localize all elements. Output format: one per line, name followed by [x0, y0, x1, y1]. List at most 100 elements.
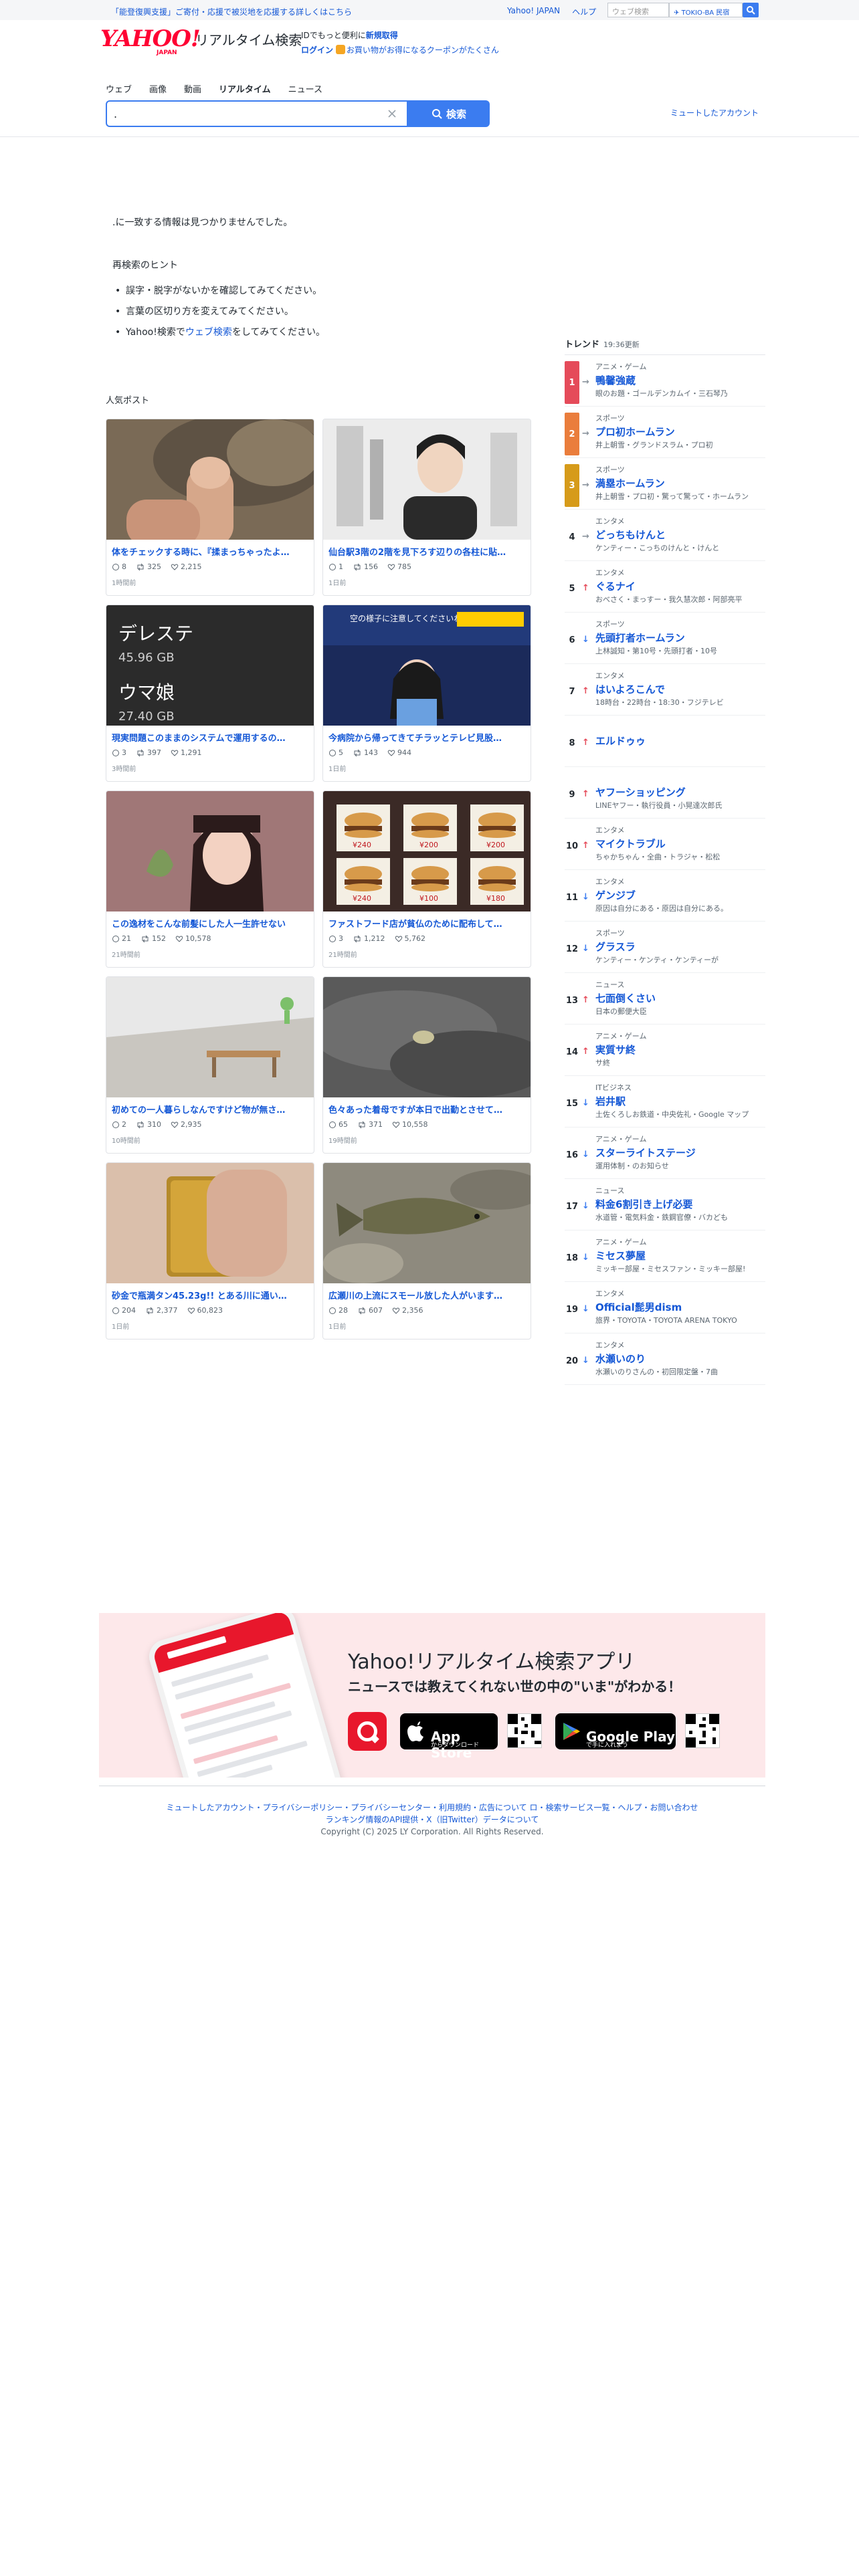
footer-links-row2[interactable]: ランキング情報のAPI提供・X（旧Twitter）データについて [99, 1814, 765, 1826]
trend-keyword[interactable]: 先頭打者ホームラン [595, 631, 685, 645]
post-text[interactable]: 広瀬川の上流にスモール放した人がいます… [328, 1289, 527, 1301]
trend-keyword[interactable]: ゲンジブ [595, 888, 636, 902]
help-link[interactable]: ヘルプ [572, 6, 596, 17]
footer-links[interactable]: ミュートしたアカウント・プライバシーポリシー・プライバシーセンター・利用規約・広… [99, 1802, 765, 1826]
trend-keyword[interactable]: 料金6割引き上げ必要 [595, 1197, 692, 1211]
trend-item[interactable]: 6 ↓ スポーツ 先頭打者ホームラン 上林誠知・第10号・先頭打者・10号 [565, 615, 765, 664]
mini-search-button[interactable] [743, 3, 759, 17]
trend-keyword[interactable]: スターライトステージ [595, 1146, 696, 1160]
post-thumbnail[interactable] [323, 1163, 531, 1283]
post-thumbnail[interactable] [106, 419, 314, 540]
trend-item[interactable]: 19 ↓ エンタメ Official髭男dism 旅界・TOYOTA・TOYOTA AR… [565, 1284, 765, 1333]
repost-icon [359, 1121, 365, 1128]
trend-item[interactable]: 16 ↓ アニメ・ゲーム スターライトステージ 運用体制・のお知らせ [565, 1130, 765, 1179]
post-text[interactable]: この逸材をこんな前髪にした人一生許せない [112, 917, 310, 930]
post-text[interactable]: 初めての一人暮らしなんですけど物が無さ… [112, 1103, 310, 1115]
trend-item[interactable]: 14 ↑ アニメ・ゲーム 実質サ終 サ終 [565, 1027, 765, 1076]
trend-item[interactable]: 8 ↑ エルドゥゥ [565, 718, 765, 767]
trend-keyword[interactable]: Official髭男dism [595, 1300, 682, 1314]
coupon-link[interactable]: お買い物がお得になるクーポンがたくさん [347, 45, 499, 55]
post-thumbnail[interactable] [106, 977, 314, 1097]
tab-images[interactable]: 画像 [149, 82, 167, 95]
trend-keyword[interactable]: 満塁ホームラン [595, 476, 665, 490]
trend-item[interactable]: 15 ↓ ITビジネス 岩井駅 土佐くろしお鉄道・中央佐礼・Google マップ [565, 1078, 765, 1128]
post-text[interactable]: 今病院から帰ってきてチラッとテレビ見股… [328, 731, 527, 744]
trend-item[interactable]: 13 ↑ ニュース 七面倒くさい 日本の郵便大臣 [565, 975, 765, 1025]
trend-item[interactable]: 10 ↑ エンタメ マイクトラブル ちゃかちゃん・全曲・トラジャ・松松 [565, 821, 765, 870]
trend-keyword[interactable]: 岩井駅 [595, 1094, 626, 1108]
login-link[interactable]: ログイン [301, 45, 333, 55]
trend-keyword[interactable]: エルドゥゥ [595, 734, 646, 748]
post-card[interactable]: 砂金で瓶満タン45.23g!! とある川に通い… 204 2,377 60,823 1日… [106, 1162, 314, 1339]
trend-keyword[interactable]: ぐるナイ [595, 579, 636, 593]
post-thumbnail[interactable] [106, 1163, 314, 1283]
post-card[interactable]: デレステ 45.96 GB ウマ娘 27.40 GB 現実問題このままのシステムで運用す… [106, 605, 314, 782]
post-card[interactable]: 色々あった着母ですが本日で出勤とさせて… 65 371 10,558 19時間前 [322, 976, 531, 1154]
post-thumbnail[interactable]: デレステ 45.96 GB ウマ娘 27.40 GB [106, 605, 314, 726]
tab-news[interactable]: ニュース [288, 82, 322, 95]
post-thumbnail[interactable] [323, 977, 531, 1097]
trend-item[interactable]: 4 → エンタメ どっちもけんと ケンティー・こっちのけんと・けんと [565, 512, 765, 561]
trend-item[interactable]: 2 → スポーツ プロ初ホームラン 井上朝雪・グランドスラム・プロ初 [565, 409, 765, 458]
post-card[interactable]: 初めての一人暮らしなんですけど物が無さ… 2 310 2,935 10時間前 [106, 976, 314, 1154]
yahoo-japan-link[interactable]: Yahoo! JAPAN [507, 6, 560, 17]
tab-video[interactable]: 動画 [184, 82, 201, 95]
search-input[interactable]: . [106, 100, 408, 127]
post-card[interactable]: 広瀬川の上流にスモール放した人がいます… 28 607 2,356 1日前 [322, 1162, 531, 1339]
trend-keyword[interactable]: ヤフーショッピング [595, 785, 686, 799]
tab-web[interactable]: ウェブ [106, 82, 132, 95]
muted-accounts-link[interactable]: ミュートしたアカウント [670, 107, 759, 118]
post-card[interactable]: 仙台駅3階の2階を見下ろす辺りの各柱に貼… 1 156 785 1日前 [322, 419, 531, 596]
post-thumbnail[interactable] [106, 791, 314, 911]
mini-search-input[interactable]: ウェブ検索 [607, 3, 669, 17]
trend-item[interactable]: 12 ↓ スポーツ グラスラ ケンティー・ケンティ・ケンティーが [565, 924, 765, 973]
post-text[interactable]: 砂金で瓶満タン45.23g!! とある川に通い… [112, 1289, 310, 1301]
web-search-link[interactable]: ウェブ検索 [185, 327, 232, 338]
app-store-button[interactable]: App Store からダウンロード [400, 1713, 498, 1761]
trend-item[interactable]: 20 ↓ エンタメ 水瀬いのり 水瀬いのりさんの・初回限定盤・7曲 [565, 1335, 765, 1385]
post-card[interactable]: ¥240 ¥200 ¥200 ¥240 ¥100 ¥180 ファストフード店が貧仏のために配… [322, 790, 531, 968]
trend-keyword[interactable]: どっちもけんと [595, 528, 666, 542]
trend-keyword[interactable]: ミセス夢屋 [595, 1249, 646, 1263]
post-text[interactable]: 色々あった着母ですが本日で出勤とさせて… [328, 1103, 527, 1115]
post-thumbnail[interactable]: ¥240 ¥200 ¥200 ¥240 ¥100 ¥180 [323, 791, 531, 911]
google-play-button[interactable]: Google Play で手に入れよう [555, 1713, 676, 1749]
post-card[interactable]: 体をチェックする時に、『揉まっちゃったよ… 8 325 2,215 1時間前 [106, 419, 314, 596]
trend-direction-icon: → [582, 480, 589, 490]
trend-keyword[interactable]: はいよろこんで [595, 682, 665, 696]
post-text[interactable]: ファストフード店が貧仏のために配布して… [328, 917, 527, 930]
trend-keyword[interactable]: 七面倒くさい [595, 991, 656, 1005]
post-text[interactable]: 体をチェックする時に、『揉まっちゃったよ… [112, 545, 310, 558]
trend-keyword[interactable]: マイクトラブル [595, 837, 666, 851]
search-button[interactable]: 検索 [408, 100, 490, 127]
trend-item[interactable]: 18 ↓ アニメ・ゲーム ミセス夢屋 ミッキー部屋・ミセスファン・ミッキー部屋! [565, 1232, 765, 1282]
footer-links-row1[interactable]: ミュートしたアカウント・プライバシーポリシー・プライバシーセンター・利用規約・広… [99, 1802, 765, 1814]
repost-icon [354, 563, 361, 570]
app-banner[interactable]: Yahoo!リアルタイム検索アプリ ニュースでは教えてくれない世の中の"いま"が… [99, 1613, 765, 1778]
top-notice-link[interactable]: 「能登復興支援」ご寄付・応援で被災地を応援する詳しくはこちら [111, 6, 352, 17]
trend-keyword[interactable]: 水瀬いのり [595, 1352, 646, 1366]
trend-keyword[interactable]: プロ初ホームラン [595, 425, 675, 439]
post-text[interactable]: 現実問題このままのシステムで運用するの… [112, 731, 310, 744]
trend-category: アニメ・ゲーム [595, 1135, 647, 1144]
post-card[interactable]: 空の様子に注意してくださいね 今病院から帰ってきてチラッとテレビ見股… 5 143 94… [322, 605, 531, 782]
trend-item[interactable]: 7 ↑ エンタメ はいよろこんで 18時台・22時台・18:30・フジテレビ [565, 666, 765, 716]
signup-link[interactable]: 新規取得 [366, 31, 398, 40]
yahoo-logo[interactable]: YAHOO! JAPAN [100, 25, 201, 56]
trend-item[interactable]: 9 ↑ ヤフーショッピング LINEヤフー・執行役員・小晃達次郎氏 [565, 769, 765, 819]
post-text[interactable]: 仙台駅3階の2階を見下ろす辺りの各柱に貼… [328, 545, 527, 558]
post-card[interactable]: この逸材をこんな前髪にした人一生許せない 21 152 10,578 21時間前 [106, 790, 314, 968]
trend-keyword[interactable]: 実質サ終 [595, 1043, 636, 1057]
post-thumbnail[interactable] [323, 419, 531, 540]
post-thumbnail[interactable]: 空の様子に注意してくださいね [323, 605, 531, 726]
trend-item[interactable]: 11 ↓ エンタメ ゲンジブ 原因は自分にある・原因は自分にある。 [565, 872, 765, 922]
tab-realtime[interactable]: リアルタイム [219, 82, 271, 95]
trend-item[interactable]: 5 ↑ エンタメ ぐるナイ おべさく・まっすー・我久慧次郎・阿部亮平 [565, 563, 765, 613]
clear-icon[interactable] [385, 107, 399, 120]
trend-item[interactable]: 17 ↓ ニュース 料金6割引き上げ必要 水道管・電気料金・鉄鋼官僚・バカども [565, 1181, 765, 1230]
trend-item[interactable]: 1 → アニメ・ゲーム 鴨馨強蔵 眼のお題・ゴールデンカムイ・三石琴乃 [565, 357, 765, 407]
trend-keyword[interactable]: グラスラ [595, 940, 636, 954]
trend-item[interactable]: 3 → スポーツ 満塁ホームラン 井上朝雪・プロ初・驚って驚って・ホームラン [565, 460, 765, 510]
mini-search-ad[interactable]: ✈ TOKIO-BA 民宿 [669, 3, 743, 17]
trend-keyword[interactable]: 鴨馨強蔵 [595, 373, 636, 387]
